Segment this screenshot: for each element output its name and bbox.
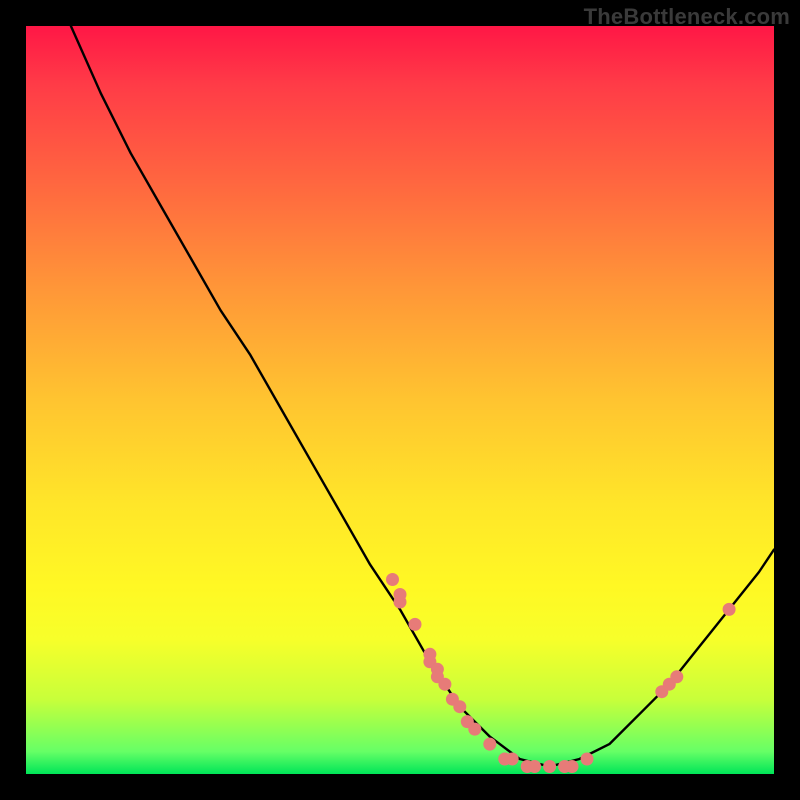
data-marker <box>394 596 407 609</box>
data-marker <box>670 670 683 683</box>
data-marker <box>409 618 422 631</box>
data-marker <box>453 700 466 713</box>
data-marker <box>483 738 496 751</box>
data-marker <box>386 573 399 586</box>
data-marker <box>528 760 541 773</box>
data-marker <box>581 753 594 766</box>
bottleneck-curve <box>71 26 774 767</box>
data-marker <box>543 760 556 773</box>
data-marker <box>468 723 481 736</box>
data-marker <box>566 760 579 773</box>
data-marker <box>438 678 451 691</box>
data-markers <box>386 573 736 773</box>
data-marker <box>506 753 519 766</box>
data-marker <box>723 603 736 616</box>
bottleneck-chart <box>26 26 774 774</box>
